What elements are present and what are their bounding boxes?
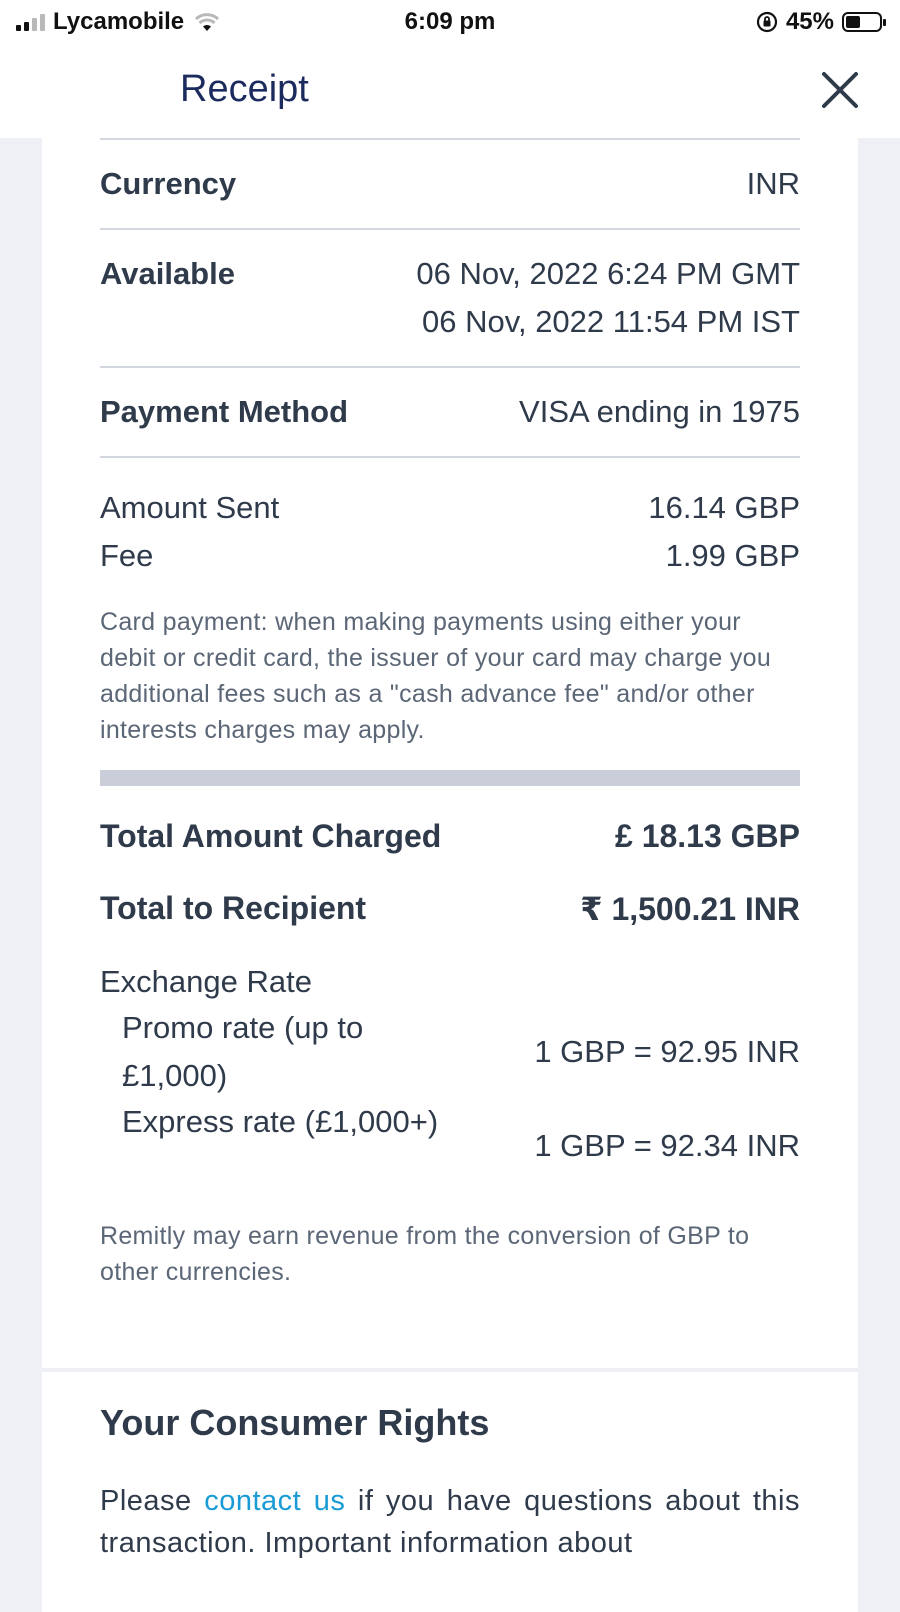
page-title: Receipt bbox=[180, 68, 309, 110]
total-charged-value: £ 18.13 GBP bbox=[615, 818, 800, 854]
fee-value: 1.99 GBP bbox=[665, 538, 800, 573]
consumer-rights-text: Please contact us if you have questions … bbox=[100, 1480, 800, 1564]
exchange-rate-label: Exchange Rate bbox=[100, 964, 312, 999]
available-gmt-value: 06 Nov, 2022 6:24 PM GMT bbox=[416, 256, 800, 291]
close-button[interactable] bbox=[818, 68, 862, 112]
receipt-card: Currency INR Available 06 Nov, 2022 6:24… bbox=[42, 138, 858, 1368]
total-recipient-label: Total to Recipient bbox=[100, 890, 367, 926]
total-charged-label: Total Amount Charged bbox=[100, 818, 442, 854]
close-icon bbox=[822, 72, 858, 108]
consumer-rights-title: Your Consumer Rights bbox=[100, 1402, 490, 1443]
conversion-note: Remitly may earn revenue from the conver… bbox=[100, 1222, 750, 1286]
payment-method-label: Payment Method bbox=[100, 394, 349, 429]
amount-sent-value: 16.14 GBP bbox=[648, 490, 800, 525]
header: Receipt bbox=[0, 46, 900, 138]
total-recipient-value: ₹ 1,500.21 INR bbox=[580, 891, 800, 927]
express-rate-label: Express rate (£1,000+) bbox=[122, 1104, 439, 1139]
fee-label: Fee bbox=[100, 538, 154, 573]
divider bbox=[100, 138, 800, 140]
amount-sent-label: Amount Sent bbox=[100, 490, 280, 525]
battery-percentage: 45% bbox=[785, 8, 834, 35]
rights-text-before: Please bbox=[100, 1485, 205, 1517]
divider bbox=[100, 366, 800, 368]
status-bar: Lycamobile 6:09 pm 45% bbox=[0, 0, 900, 46]
promo-rate-label: Promo rate (up to £1,000) bbox=[122, 1010, 364, 1093]
available-label: Available bbox=[100, 256, 235, 291]
promo-rate-value: 1 GBP = 92.95 INR bbox=[534, 1034, 800, 1069]
express-rate-value: 1 GBP = 92.34 INR bbox=[534, 1128, 800, 1163]
battery-fill bbox=[846, 16, 860, 28]
payment-method-value: VISA ending in 1975 bbox=[519, 394, 800, 429]
divider bbox=[100, 228, 800, 230]
currency-label: Currency bbox=[100, 166, 237, 201]
currency-value: INR bbox=[746, 166, 800, 201]
card-payment-note: Card payment: when making payments using… bbox=[100, 608, 772, 744]
consumer-rights-card: Your Consumer Rights Please contact us i… bbox=[42, 1372, 858, 1612]
contact-us-link[interactable]: contact us bbox=[204, 1485, 345, 1517]
section-divider bbox=[100, 770, 800, 786]
orientation-lock-icon bbox=[756, 11, 778, 33]
divider bbox=[100, 456, 800, 458]
status-right: 45% bbox=[756, 8, 886, 36]
battery-icon bbox=[842, 12, 886, 32]
available-ist-value: 06 Nov, 2022 11:54 PM IST bbox=[422, 304, 800, 339]
